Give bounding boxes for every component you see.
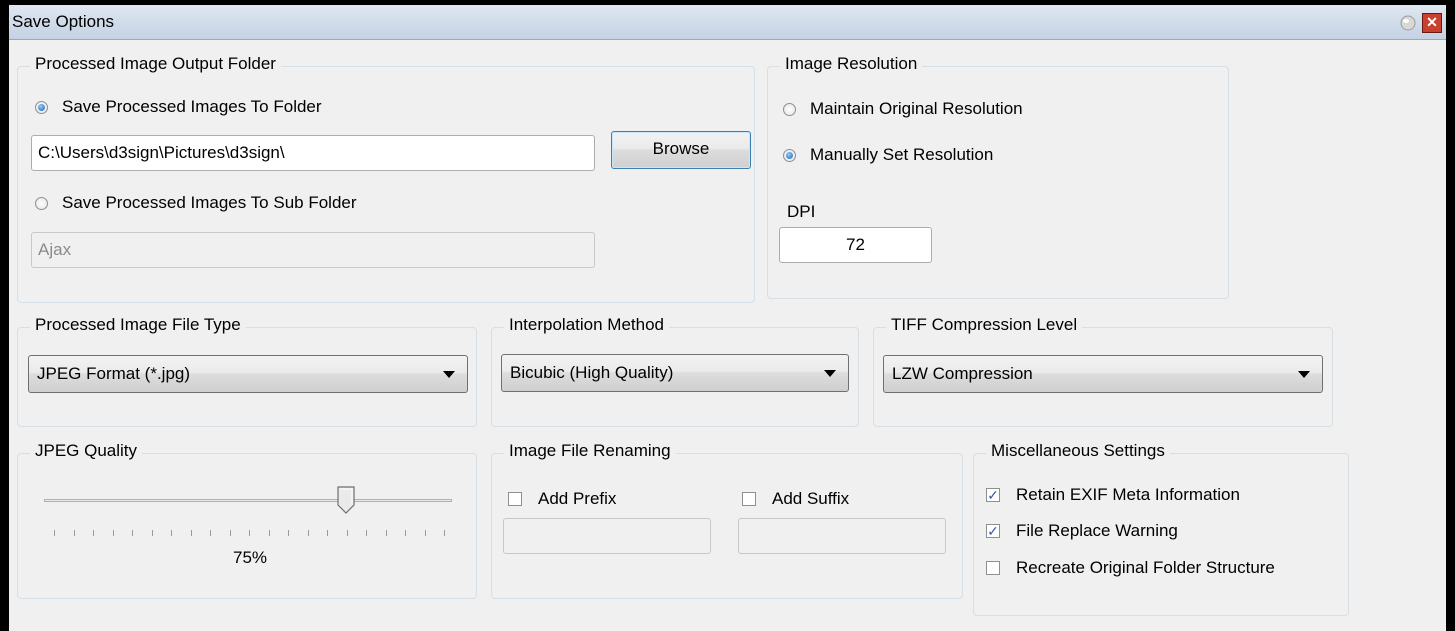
file-replace-warning-checkbox[interactable]: ✓ File Replace Warning: [986, 521, 1178, 541]
prefix-input[interactable]: [503, 518, 711, 554]
select-value: JPEG Format (*.jpg): [37, 364, 191, 383]
checkbox-box[interactable]: [986, 561, 1000, 575]
group-legend: Processed Image Output Folder: [30, 54, 281, 74]
slider-tick: [327, 530, 328, 536]
slider-tick: [54, 530, 55, 536]
misc-settings-group: Miscellaneous Settings ✓ Retain EXIF Met…: [973, 441, 1349, 616]
slider-tick: [229, 530, 231, 536]
quality-slider-ticks: [54, 530, 445, 536]
renaming-group: Image File Renaming Add Prefix Add Suffi…: [491, 441, 963, 599]
group-legend: Processed Image File Type: [30, 315, 246, 335]
file-type-select[interactable]: JPEG Format (*.jpg): [28, 355, 468, 393]
radio-indicator[interactable]: [783, 148, 796, 162]
checkbox-box[interactable]: [508, 492, 522, 506]
checkbox-box[interactable]: [742, 492, 756, 506]
slider-tick: [151, 530, 153, 536]
group-legend: JPEG Quality: [30, 441, 143, 461]
radio-indicator[interactable]: [35, 100, 48, 114]
checkbox-box[interactable]: ✓: [986, 488, 1000, 502]
folder-path-input[interactable]: C:\Users\d3sign\Pictures\d3sign\: [31, 135, 595, 171]
select-value: Bicubic (High Quality): [510, 363, 674, 382]
interpolation-group: Interpolation Method Bicubic (High Quali…: [491, 315, 859, 427]
interpolation-select[interactable]: Bicubic (High Quality): [501, 354, 849, 392]
file-type-group: Processed Image File Type JPEG Format (*…: [17, 315, 477, 427]
chevron-down-icon[interactable]: [824, 370, 836, 377]
select-value: LZW Compression: [892, 364, 1033, 383]
subfolder-name-input[interactable]: Ajax: [31, 232, 595, 268]
recreate-folder-structure-checkbox[interactable]: Recreate Original Folder Structure: [986, 558, 1275, 578]
group-legend: Miscellaneous Settings: [986, 441, 1170, 461]
slider-tick: [249, 530, 250, 536]
slider-tick: [385, 530, 387, 536]
add-suffix-checkbox[interactable]: Add Suffix: [742, 489, 849, 509]
slider-tick: [171, 530, 172, 536]
slider-tick: [112, 530, 114, 536]
retain-exif-checkbox[interactable]: ✓ Retain EXIF Meta Information: [986, 485, 1240, 505]
image-resolution-group: Image Resolution Maintain Original Resol…: [767, 54, 1229, 299]
slider-tick: [268, 530, 270, 536]
group-legend: Image File Renaming: [504, 441, 676, 461]
checkbox-box[interactable]: ✓: [986, 524, 1000, 538]
output-folder-group: Processed Image Output Folder Save Proce…: [17, 54, 755, 303]
slider-tick: [132, 530, 133, 536]
radio-label: Save Processed Images To Folder: [62, 97, 322, 116]
radio-indicator[interactable]: [783, 102, 796, 116]
manual-resolution-radio[interactable]: Manually Set Resolution: [783, 145, 993, 165]
save-to-subfolder-radio[interactable]: Save Processed Images To Sub Folder: [35, 193, 357, 213]
close-icon[interactable]: ✕: [1422, 13, 1442, 33]
checkbox-label: Add Suffix: [772, 489, 850, 508]
radio-indicator[interactable]: [35, 196, 48, 210]
pin-icon[interactable]: [1398, 13, 1418, 33]
slider-tick: [288, 530, 289, 536]
quality-value-text: 75%: [233, 548, 268, 567]
tiff-compression-select[interactable]: LZW Compression: [883, 355, 1323, 393]
suffix-input[interactable]: [738, 518, 946, 554]
dpi-input[interactable]: 72: [779, 227, 932, 263]
radio-label: Save Processed Images To Sub Folder: [62, 193, 357, 212]
add-prefix-checkbox[interactable]: Add Prefix: [508, 489, 616, 509]
slider-tick: [73, 530, 75, 536]
group-legend: Image Resolution: [780, 54, 923, 74]
save-to-folder-radio[interactable]: Save Processed Images To Folder: [35, 97, 322, 117]
browse-button[interactable]: Browse: [611, 131, 751, 169]
slider-tick: [405, 530, 406, 536]
slider-tick: [346, 530, 348, 536]
slider-tick: [366, 530, 367, 536]
dpi-label: DPI: [787, 202, 816, 221]
window-title: Save Options: [12, 12, 115, 31]
group-legend: TIFF Compression Level: [886, 315, 1083, 335]
maintain-resolution-radio[interactable]: Maintain Original Resolution: [783, 99, 1023, 119]
jpeg-quality-group: JPEG Quality 75%: [17, 441, 477, 599]
tiff-compression-group: TIFF Compression Level LZW Compression: [873, 315, 1333, 427]
slider-tick: [210, 530, 211, 536]
quality-slider-thumb[interactable]: [336, 486, 356, 514]
slider-tick: [424, 530, 426, 536]
radio-label: Manually Set Resolution: [810, 145, 994, 164]
slider-tick: [307, 530, 309, 536]
chevron-down-icon[interactable]: [443, 371, 455, 378]
checkbox-label: File Replace Warning: [1016, 521, 1178, 540]
radio-label: Maintain Original Resolution: [810, 99, 1023, 118]
quality-slider-track[interactable]: [44, 499, 452, 502]
save-options-window: Save Options ✕ Processed Image Output Fo…: [0, 0, 1455, 631]
slider-tick: [93, 530, 94, 536]
slider-tick: [190, 530, 192, 536]
slider-tick: [444, 530, 445, 536]
checkbox-label: Recreate Original Folder Structure: [1016, 558, 1275, 577]
checkbox-label: Retain EXIF Meta Information: [1016, 485, 1240, 504]
chevron-down-icon[interactable]: [1298, 371, 1310, 378]
checkbox-label: Add Prefix: [538, 489, 617, 508]
title-bar[interactable]: Save Options ✕: [9, 5, 1446, 40]
group-legend: Interpolation Method: [504, 315, 669, 335]
